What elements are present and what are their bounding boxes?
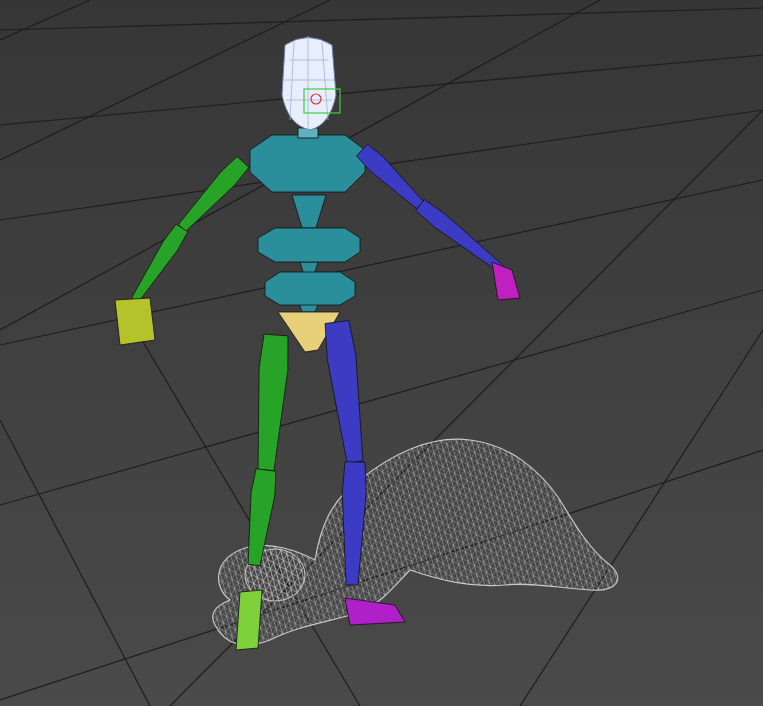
perspective-viewport[interactable] [0,0,763,706]
forearm[interactable] [132,224,188,302]
viewport-background [0,0,763,706]
upper-arm[interactable] [356,144,423,208]
biped-head[interactable] [282,36,336,130]
limb-right[interactable] [325,144,520,625]
upper-arm[interactable] [178,157,249,232]
hand[interactable] [492,262,520,300]
waist[interactable] [292,195,326,228]
home-grid [0,0,763,706]
thigh[interactable] [258,334,288,470]
spine-segment[interactable] [265,272,355,305]
foot[interactable] [236,590,262,650]
thigh[interactable] [325,320,363,463]
forearm[interactable] [416,200,503,272]
biped-spine[interactable] [250,135,365,312]
limb-left[interactable] [115,157,288,650]
hand[interactable] [115,298,155,345]
foot[interactable] [345,598,405,625]
selection-box [304,89,340,113]
pivot-icon [311,94,321,104]
calf[interactable] [248,469,276,566]
chest[interactable] [250,135,365,192]
viewport[interactable] [0,0,763,706]
spine-segment[interactable] [258,228,360,262]
calf[interactable] [342,462,366,585]
